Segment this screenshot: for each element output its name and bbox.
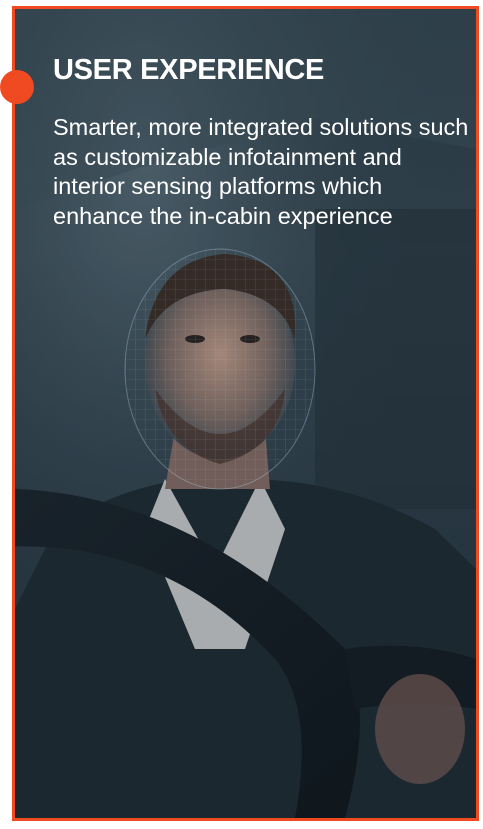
card-description: Smarter, more integrated solutions such … (53, 114, 469, 229)
feature-card: USER EXPERIENCE Smarter, more integrated… (12, 6, 479, 821)
card-title: USER EXPERIENCE (53, 54, 325, 86)
accent-dot-icon (0, 70, 34, 104)
